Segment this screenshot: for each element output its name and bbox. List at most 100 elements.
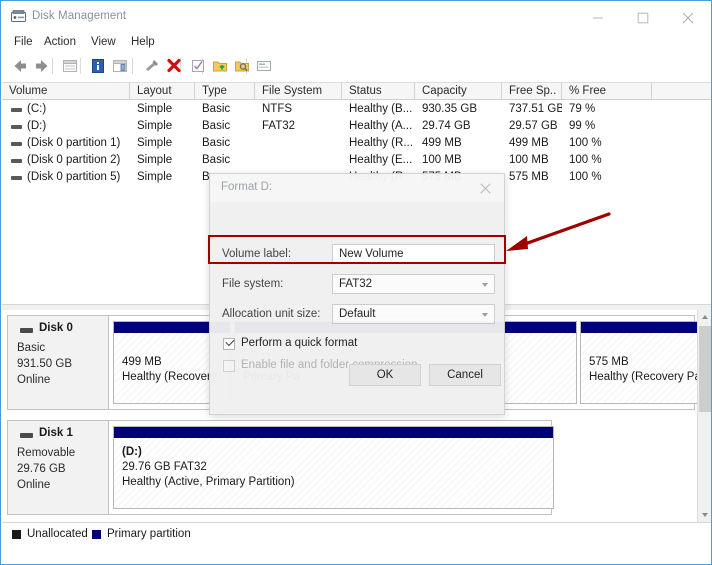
column-header[interactable] (652, 83, 711, 99)
menu-action[interactable]: Action (40, 35, 80, 49)
partition-line: Healthy (Active, Primary Partition) (122, 476, 295, 488)
column-header[interactable]: Type (195, 83, 255, 99)
allocation-unit-size-value: Default (339, 308, 376, 320)
legend-label-unallocated: Unallocated (27, 528, 88, 540)
table-cell-type: Basic (202, 154, 231, 166)
graphical-pane-scrollbar[interactable] (697, 310, 711, 522)
disk-management-icon (11, 10, 26, 24)
volume-list-header: Volume Layout Type File System Status Capacit… (2, 82, 711, 100)
column-header[interactable]: Status (342, 83, 415, 99)
legend-bar: Unallocated Primary partition (2, 522, 711, 564)
table-row[interactable]: (Disk 0 partition 1) Simple Basic Healthy (… (2, 135, 711, 152)
back-icon[interactable] (10, 56, 30, 76)
dialog-title: Format D: (221, 181, 273, 193)
scrollbar-thumb[interactable] (699, 326, 711, 412)
table-cell-type: Basic (202, 137, 231, 149)
column-header[interactable]: Capacity (415, 83, 502, 99)
disk-name: Disk 0 (39, 322, 73, 334)
table-cell-percent-free: 100 % (569, 154, 602, 166)
disk-size: 29.76 GB (17, 463, 66, 475)
table-cell-volume: (Disk 0 partition 2) (27, 154, 121, 166)
volume-label-label: Volume label: (222, 248, 292, 260)
disk-panel[interactable]: Disk 1 Removable 29.76 GB Online (D:) 29.76 G… (7, 420, 554, 515)
disk-icon (20, 328, 33, 333)
table-cell-free-space: 100 MB (509, 154, 549, 166)
column-header[interactable]: Volume (2, 83, 130, 99)
properties-icon[interactable] (88, 56, 108, 76)
ok-button[interactable]: OK (349, 364, 421, 386)
table-cell-percent-free: 100 % (569, 171, 602, 183)
scroll-down-arrow[interactable] (698, 507, 711, 522)
disk-size: 931.50 GB (17, 358, 72, 370)
show-hide-console-tree-icon[interactable] (110, 56, 130, 76)
format-dialog: Format D: Volume label: New Volume File … (209, 173, 505, 415)
close-button[interactable] (665, 3, 710, 32)
column-header[interactable]: % Free (562, 83, 652, 99)
partition-line: (D:) (122, 446, 142, 458)
column-header[interactable]: File System (255, 83, 342, 99)
table-cell-volume: (C:) (27, 103, 47, 115)
rescan-disks-icon[interactable] (142, 56, 162, 76)
table-cell-layout: Simple (137, 120, 173, 132)
volume-label-input[interactable]: New Volume (332, 244, 495, 264)
allocation-unit-size-select[interactable]: Default (332, 304, 495, 324)
column-header[interactable]: Layout (130, 83, 195, 99)
cancel-button[interactable]: Cancel (429, 364, 501, 386)
table-cell-percent-free: 99 % (569, 120, 596, 132)
table-cell-layout: Simple (137, 137, 173, 149)
menu-bar: File Action View Help (2, 32, 711, 52)
menu-file[interactable]: File (10, 35, 37, 49)
disk-type: Basic (17, 342, 46, 354)
partition-details: 575 MB Healthy (Recovery Pa (581, 333, 701, 403)
partition-line: 575 MB (589, 356, 629, 368)
checkmark-icon (225, 336, 235, 347)
menu-view[interactable]: View (87, 35, 120, 49)
check-box-icon[interactable] (188, 56, 208, 76)
up-one-level-icon[interactable] (60, 56, 80, 76)
table-cell-layout: Simple (137, 154, 173, 166)
disk-icon (20, 433, 33, 438)
partition-line: Healthy (Recovery Pa (589, 371, 701, 383)
toolbar-separator (80, 58, 81, 74)
disk-partition[interactable]: 575 MB Healthy (Recovery Pa (580, 321, 702, 404)
minimize-button[interactable] (575, 3, 620, 32)
partition-line (589, 340, 701, 355)
table-cell-volume: (Disk 0 partition 5) (27, 171, 121, 183)
disk-status: Online (17, 479, 51, 491)
table-row[interactable]: (D:) Simple Basic FAT32 Healthy (A... 29.74 G… (2, 118, 711, 135)
scroll-up-arrow[interactable] (698, 310, 711, 325)
column-header[interactable]: Free Sp.. (502, 83, 562, 99)
table-cell-type: Basic (202, 103, 231, 115)
find-folder-icon[interactable] (232, 56, 252, 76)
disk-status: Online (17, 374, 51, 386)
maximize-button[interactable] (620, 3, 665, 32)
legend-swatch-unallocated (12, 530, 21, 539)
disk-partition[interactable]: (D:) 29.76 GB FAT32 Healthy (Active, Prima… (113, 426, 554, 509)
table-cell-capacity: 29.74 GB (422, 120, 471, 132)
file-system-select[interactable]: FAT32 (332, 274, 495, 294)
table-cell-layout: Simple (137, 171, 173, 183)
table-cell-layout: Simple (137, 103, 173, 115)
partition-line: 29.76 GB FAT32 (122, 461, 207, 473)
list-view-icon[interactable] (254, 56, 274, 76)
legend-label-primary-partition: Primary partition (107, 528, 191, 540)
delete-icon[interactable] (164, 56, 184, 76)
table-cell-free-space: 29.57 GB (509, 120, 558, 132)
table-row[interactable]: (Disk 0 partition 2) Simple Basic Healthy (… (2, 152, 711, 169)
table-cell-capacity: 930.35 GB (422, 103, 477, 115)
quick-format-checkbox[interactable] (223, 336, 235, 350)
new-folder-icon[interactable] (210, 56, 230, 76)
table-cell-volume: (Disk 0 partition 1) (27, 137, 121, 149)
table-row[interactable]: (C:) Simple Basic NTFS Healthy (B... 930.35 G… (2, 101, 711, 118)
chevron-down-icon (482, 283, 488, 287)
menu-help[interactable]: Help (127, 35, 159, 49)
file-system-label: File system: (222, 278, 284, 290)
table-cell-status: Healthy (A... (349, 120, 413, 132)
dialog-close-button[interactable] (468, 174, 504, 200)
forward-icon[interactable] (32, 56, 52, 76)
table-cell-percent-free: 79 % (569, 103, 596, 115)
partition-color-bar (114, 427, 553, 438)
table-cell-status: Healthy (B... (349, 103, 413, 115)
enable-compression-checkbox[interactable] (223, 360, 235, 372)
toolbar (2, 52, 711, 80)
